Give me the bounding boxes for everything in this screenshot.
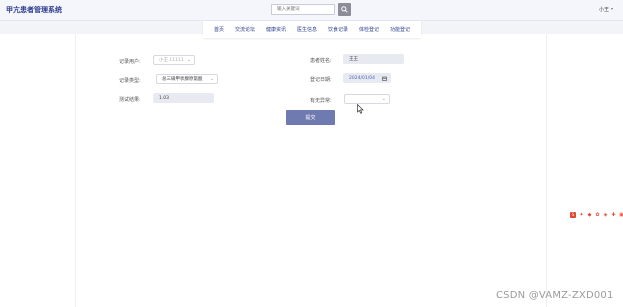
calendar-icon[interactable] [382,76,387,81]
top-bar: 甲亢患者管理系统 小王 ▾ [0,0,623,21]
nav-item-diet-record[interactable]: 饮食记录 [328,26,348,33]
is-abnormal-select[interactable]: ⌄ [344,94,390,104]
record-type-value: 总三碘甲状腺原氨酸 [162,77,203,82]
nav-item-doctor-info[interactable]: 医生信息 [297,26,317,33]
chevron-down-icon[interactable]: ▾ [611,6,613,11]
content-panel [75,34,547,307]
search-icon [341,6,348,13]
patient-name-label: 患者姓名: [310,58,332,64]
record-date-value: 2024/01/04 [349,75,375,81]
is-abnormal-label: 有无异常: [310,98,332,104]
patient-name-value: 王王 [349,57,358,62]
record-type-select[interactable]: 总三碘甲状腺原氨酸 ⌄ [156,74,218,84]
test-result-value: 1.03 [159,95,170,101]
record-user-value: 小王 11111 [159,58,184,63]
nav-item-forum[interactable]: 交流论坛 [235,26,255,33]
test-result-field[interactable]: 1.03 [153,93,214,103]
csdn-tool-icon-3[interactable]: ✿ [595,212,600,218]
record-user-label: 记录用户: [119,59,141,65]
chevron-down-icon: ⌄ [381,96,386,102]
nav-item-home[interactable]: 首页 [214,26,224,33]
csdn-tool-icon-6[interactable]: ▣ [619,212,623,218]
csdn-toolbar: S ✦ ◆ ✿ ◈ ✚ ▣ ✪ [570,212,623,218]
patient-name-field[interactable]: 王王 [343,54,404,64]
chevron-down-icon: ⌄ [209,76,214,82]
mouse-pointer-icon [357,104,364,114]
csdn-tool-icon-1[interactable]: ✦ [579,212,584,218]
test-result-label: 测试结果: [119,97,141,103]
app-title: 甲亢患者管理系统 [6,6,62,14]
csdn-watermark: CSDN @VAMZ-ZXD001 [496,290,614,301]
user-name[interactable]: 小王 [599,6,609,13]
csdn-tool-icon-2[interactable]: ◆ [587,212,592,218]
record-user-select[interactable]: 小王 11111 ⌄ [153,55,195,65]
nav-item-function-register[interactable]: 功能登记 [390,26,410,33]
csdn-logo-icon[interactable]: S [570,212,576,218]
nav-item-health-news[interactable]: 健康资讯 [266,26,286,33]
csdn-tool-icon-5[interactable]: ✚ [611,212,616,218]
record-date-label: 登记日期: [310,77,332,83]
chevron-down-icon: ⌄ [186,57,191,63]
submit-button[interactable]: 提交 [286,110,335,125]
record-type-label: 记录类型: [119,78,141,84]
search-button[interactable] [338,3,351,16]
csdn-tool-icon-4[interactable]: ◈ [603,212,608,218]
search-input[interactable] [271,4,335,15]
nav-item-checkup-register[interactable]: 体检登记 [359,26,379,33]
record-date-field[interactable]: 2024/01/04 [343,73,391,83]
